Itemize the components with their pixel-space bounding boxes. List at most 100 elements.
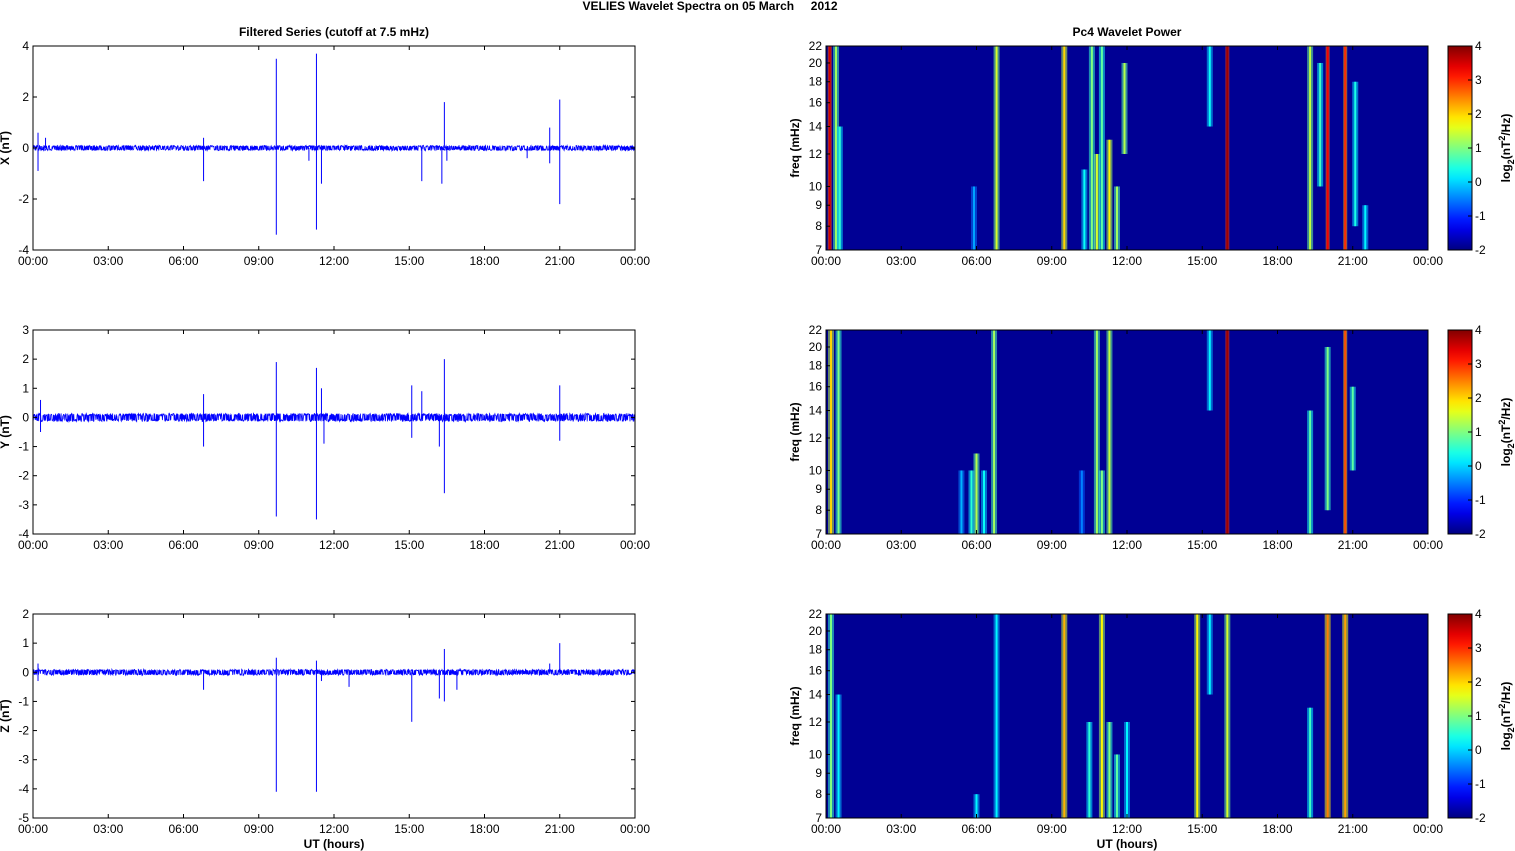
heatmap-streak (1088, 721, 1091, 818)
heatmap-streak (1208, 46, 1211, 127)
heatmap-streak (983, 470, 986, 534)
x-tick-label: 09:00 (1037, 822, 1067, 836)
x-tick-label: 21:00 (1338, 538, 1368, 552)
x-tick-label: 21:00 (545, 254, 575, 268)
y-tick-label: 2 (22, 90, 29, 104)
plot-area (33, 330, 635, 534)
y-tick-label: 20 (809, 340, 823, 354)
colorbar-label-part: log (1499, 448, 1513, 466)
heatmap-streak (1095, 330, 1098, 534)
y-tick-label: 18 (809, 643, 823, 657)
y-tick-label: 18 (809, 359, 823, 373)
heatmap-streak (1100, 46, 1103, 250)
x-tick-label: 00:00 (1413, 254, 1443, 268)
y-axis-label: freq (mHz) (788, 118, 802, 177)
y-axis-label: freq (mHz) (788, 686, 802, 745)
x-tick-label: 15:00 (394, 254, 424, 268)
colorbar-label: log2(nT2/Hz) (1497, 682, 1515, 751)
x-tick-label: 12:00 (1112, 538, 1142, 552)
x-tick-label: 06:00 (961, 822, 991, 836)
y-tick-label: 9 (815, 482, 822, 496)
y-tick-label: 14 (809, 120, 823, 134)
colorbar-label-part: /Hz) (1499, 682, 1513, 704)
colorbar-tick-label: 3 (1475, 73, 1482, 87)
y-tick-label: 0 (22, 410, 29, 424)
heatmap-streak (1208, 330, 1211, 411)
x-tick-label: 18:00 (1262, 254, 1292, 268)
heatmap-streak (1344, 614, 1347, 818)
colorbar-tick-label: -1 (1475, 493, 1486, 507)
x-tick-label: 00:00 (811, 822, 841, 836)
y-tick-label: 9 (815, 766, 822, 780)
y-tick-label: -2 (18, 192, 29, 206)
y-tick-label: 0 (22, 665, 29, 679)
heatmap-streak (1354, 81, 1357, 227)
x-tick-label: 09:00 (244, 254, 274, 268)
y-tick-label: 10 (809, 747, 823, 761)
y-tick-label: 10 (809, 179, 823, 193)
x-tick-label: 06:00 (168, 254, 198, 268)
y-tick-label: 12 (809, 147, 823, 161)
x-tick-label: 00:00 (620, 254, 650, 268)
x-tick-label: 00:00 (811, 254, 841, 268)
colorbar-tick-label: 4 (1475, 39, 1482, 53)
heatmap-streak (993, 330, 996, 534)
x-tick-label: 15:00 (1187, 822, 1217, 836)
y-tick-label: 22 (809, 607, 823, 621)
x-tick-label: 21:00 (545, 538, 575, 552)
x-tick-label: 15:00 (1187, 538, 1217, 552)
wavelet-power-panel: 78910121416182022freq (mHz)-2-101234log2… (788, 25, 1515, 268)
x-tick-label: 18:00 (469, 538, 499, 552)
colorbar-tick-label: -2 (1475, 243, 1486, 257)
colorbar-label: log2(nT2/Hz) (1497, 398, 1515, 467)
x-tick-label: 06:00 (168, 538, 198, 552)
colorbar-label: log2(nT2/Hz) (1497, 114, 1515, 183)
x-tick-label: 03:00 (93, 254, 123, 268)
x-tick-label: 00:00 (1413, 538, 1443, 552)
colorbar-tick-label: -1 (1475, 777, 1486, 791)
chart-title: Filtered Series (cutoff at 7.5 mHz) (239, 25, 429, 39)
colorbar-label-part: log (1499, 732, 1513, 750)
x-tick-label: 00:00 (1413, 822, 1443, 836)
heatmap-streak (1344, 46, 1347, 250)
y-tick-label: -1 (18, 440, 29, 454)
x-tick-label: 12:00 (319, 254, 349, 268)
y-tick-label: 8 (815, 787, 822, 801)
heatmap-streak (830, 614, 833, 818)
x-tick-label: 06:00 (961, 254, 991, 268)
heatmap-streak (1196, 614, 1199, 818)
y-tick-label: 14 (809, 688, 823, 702)
heatmap-streak (972, 186, 975, 250)
x-tick-label: 12:00 (319, 538, 349, 552)
heatmap-streak (837, 330, 840, 534)
heatmap-streak (1226, 46, 1229, 250)
heatmap-streak (995, 46, 998, 250)
heatmap-streak (1100, 614, 1103, 818)
x-tick-label: 00:00 (18, 538, 48, 552)
colorbar-tick-label: -1 (1475, 209, 1486, 223)
y-tick-label: -3 (18, 498, 29, 512)
x-tick-label: 00:00 (18, 254, 48, 268)
y-tick-label: -3 (18, 753, 29, 767)
y-tick-label: 12 (809, 715, 823, 729)
y-tick-label: 8 (815, 503, 822, 517)
plot-area (33, 614, 635, 818)
x-tick-label: 12:00 (319, 822, 349, 836)
heatmap-streak (970, 470, 973, 534)
x-tick-label: 15:00 (1187, 254, 1217, 268)
x-tick-label: 06:00 (168, 822, 198, 836)
wavelet-power-panel: 78910121416182022freq (mHz)-2-101234log2… (788, 607, 1515, 851)
heatmap-streak (960, 470, 963, 534)
colorbar-tick-label: -2 (1475, 811, 1486, 825)
x-tick-label: 03:00 (93, 822, 123, 836)
x-tick-label: 03:00 (93, 538, 123, 552)
x-tick-label: 00:00 (620, 822, 650, 836)
heatmap-streak (1351, 386, 1354, 471)
heatmap-streak (1126, 721, 1128, 818)
colorbar-label-part: (nT (1499, 140, 1513, 159)
heatmap-streak (1309, 707, 1312, 818)
colorbar-tick-label: 0 (1475, 743, 1482, 757)
heatmap-streak (1208, 614, 1211, 695)
x-tick-label: 03:00 (886, 254, 916, 268)
colorbar-tick-label: 3 (1475, 641, 1482, 655)
